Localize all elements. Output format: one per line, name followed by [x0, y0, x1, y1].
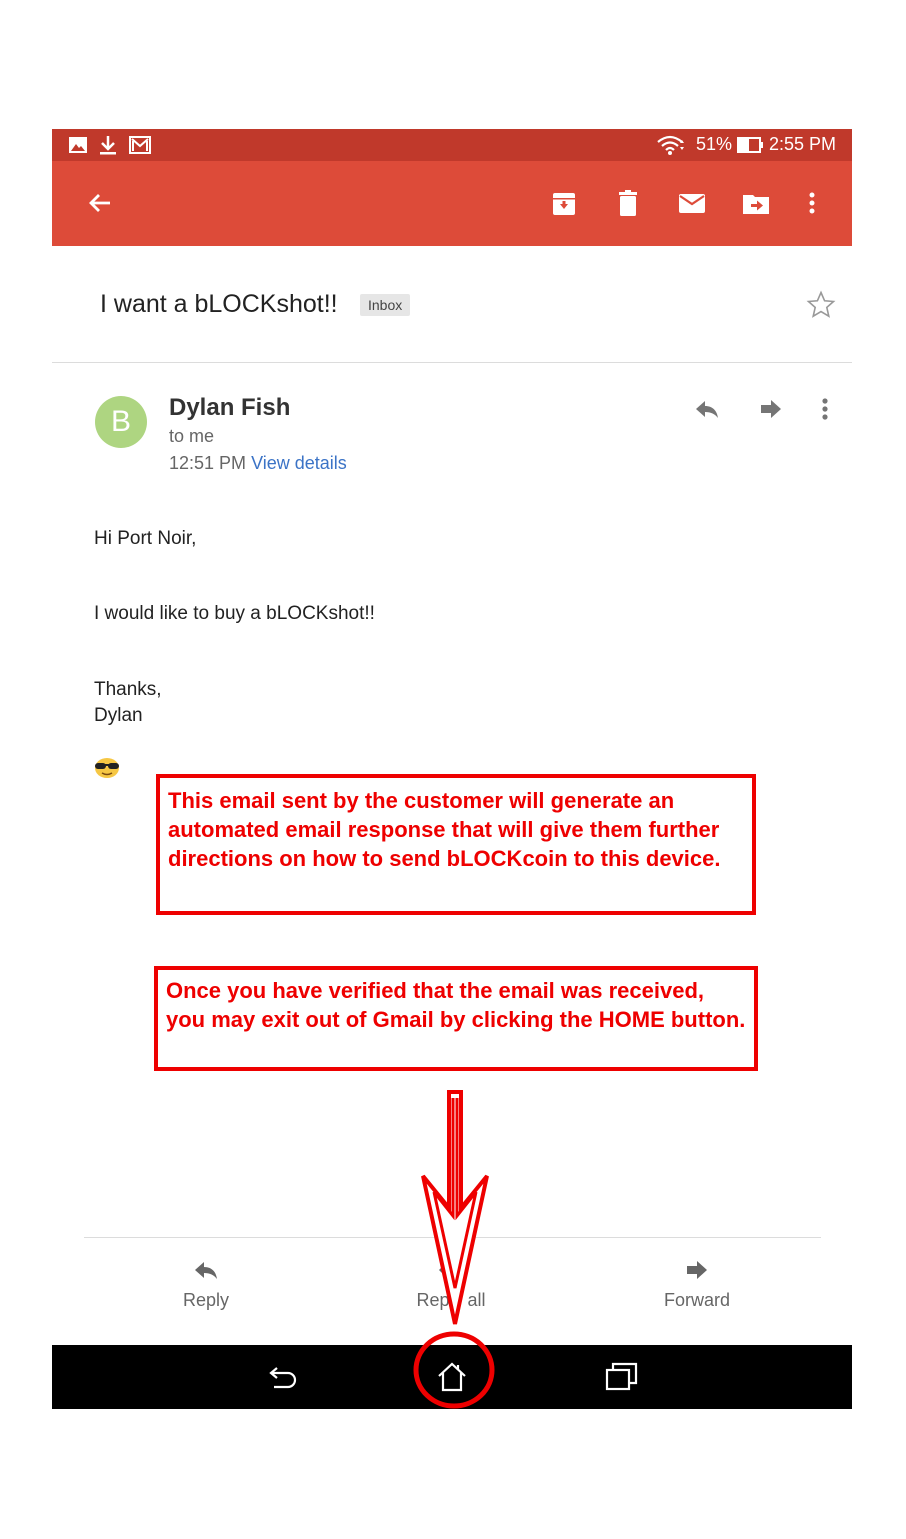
sender-name: Dylan Fish — [169, 394, 291, 421]
email-closing: Thanks, — [94, 679, 162, 700]
email-body-line: I would like to buy a bLOCKshot!! — [94, 603, 375, 624]
avatar[interactable]: B — [95, 396, 147, 448]
forward-icon — [687, 1261, 707, 1279]
delete-icon[interactable] — [612, 187, 644, 219]
battery-icon — [737, 137, 763, 153]
gmail-icon — [129, 136, 151, 154]
recipient-line: to me — [169, 426, 215, 446]
sunglasses-emoji-icon — [95, 758, 119, 778]
battery-percentage: 51% — [696, 134, 733, 154]
status-bar: 51% 2:55 PM — [52, 129, 852, 161]
forward-icon[interactable] — [756, 394, 786, 424]
email-greeting: Hi Port Noir, — [94, 528, 197, 549]
reply-icon[interactable] — [692, 394, 722, 424]
nav-back-icon[interactable] — [264, 1359, 300, 1395]
more-icon[interactable] — [810, 394, 840, 424]
more-icon[interactable] — [796, 187, 828, 219]
annotation-box: Once you have verified that the email wa… — [154, 966, 758, 1071]
email-signature: Dylan — [94, 705, 143, 726]
status-time: 2:55 PM — [769, 134, 837, 154]
received-time-line: 12:51 PM View details — [169, 453, 347, 474]
annotation-box: This email sent by the customer will gen… — [156, 774, 756, 915]
forward-button[interactable]: Forward — [627, 1256, 767, 1311]
app-bar — [52, 161, 852, 246]
forward-label: Forward — [663, 1290, 730, 1310]
star-icon[interactable] — [806, 290, 836, 320]
move-to-icon[interactable] — [740, 187, 772, 219]
annotation-circle — [413, 1331, 495, 1409]
image-icon — [69, 137, 87, 153]
divider — [52, 362, 852, 363]
mark-unread-icon[interactable] — [676, 187, 708, 219]
label-badge[interactable]: Inbox — [360, 294, 411, 316]
email-subject: I want a bLOCKshot!! — [100, 290, 338, 318]
reply-icon — [195, 1262, 217, 1279]
archive-icon[interactable] — [548, 187, 580, 219]
download-icon — [100, 136, 116, 155]
reply-button[interactable]: Reply — [136, 1256, 276, 1311]
back-arrow-icon[interactable] — [84, 187, 116, 219]
received-time: 12:51 PM — [169, 453, 247, 473]
nav-recents-icon[interactable] — [604, 1359, 640, 1395]
reply-label: Reply — [182, 1290, 230, 1310]
wifi-icon — [657, 135, 684, 155]
view-details-link[interactable]: View details — [251, 453, 347, 473]
annotation-arrow — [421, 1090, 489, 1325]
